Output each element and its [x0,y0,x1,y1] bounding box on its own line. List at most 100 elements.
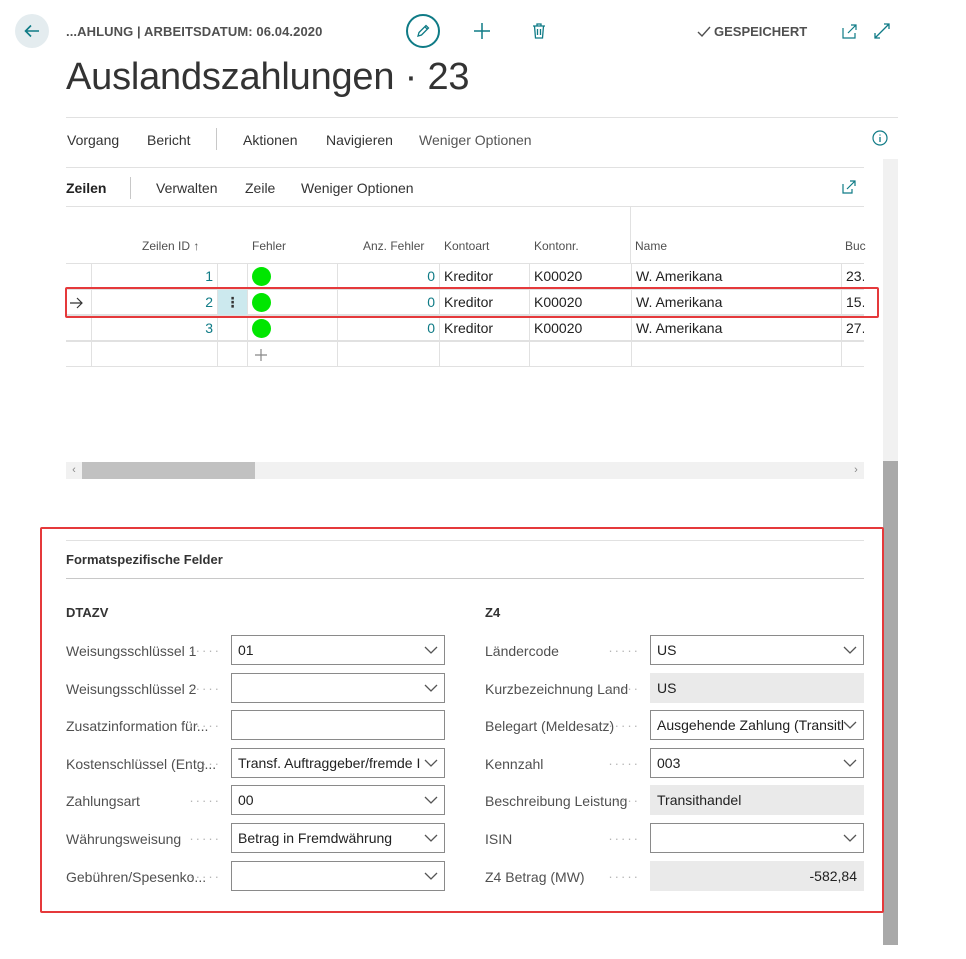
cell-kontonr[interactable] [529,342,631,367]
field-dropdown[interactable]: Transf. Auftraggeber/fremde I [231,747,445,778]
field-row: Weisungsschlüssel 1 ····· 01 [66,635,445,665]
field-input: -582,84 [650,860,864,891]
table-row[interactable]: 3 0 Kreditor K00020 W. Amerikana 27.0 [66,315,864,341]
row-selector[interactable] [66,290,91,315]
cell-buchungsbetrag[interactable]: 15.0 [841,290,864,315]
field-label[interactable]: Kennzahl [485,756,543,772]
field-dropdown[interactable]: 003 [650,747,864,778]
lines-action-bar: Zeilen Verwalten Zeile Weniger Optionen [66,167,864,207]
cell-zeilen-id[interactable]: 3 [91,316,217,341]
info-icon[interactable] [872,130,888,146]
cell-buchungsbetrag[interactable]: 27.0 [841,316,864,341]
cell-zeilen-id[interactable] [91,342,217,367]
action-bar: Vorgang Bericht Aktionen Navigieren Weni… [66,117,898,157]
field-dropdown[interactable] [231,672,445,703]
cell-zeilen-id[interactable]: 2 [91,290,217,315]
edit-button[interactable] [406,14,440,48]
menu-aktionen[interactable]: Aktionen [243,132,297,148]
row-menu-cell[interactable] [217,342,247,367]
column-header-kontoart[interactable]: Kontoart [444,239,489,253]
field-label[interactable]: Zahlungsart [66,793,140,809]
field-label[interactable]: ISIN [485,831,512,847]
column-header-kontonr[interactable]: Kontonr. [534,239,579,253]
field-label[interactable]: Z4 Betrag (MW) [485,869,585,885]
field-value: 00 [238,792,254,809]
field-dropdown[interactable]: 01 [231,635,445,665]
chevron-down-icon [424,646,438,654]
cell-anz-fehler[interactable]: 0 [337,316,439,341]
cell-kontoart[interactable]: Kreditor [439,264,529,289]
lines-menu-fewer-options[interactable]: Weniger Optionen [301,180,414,196]
cell-kontoart[interactable]: Kreditor [439,316,529,341]
field-dropdown[interactable] [231,860,445,891]
add-line-button[interactable] [247,342,337,367]
cell-buchungsbetrag[interactable]: 23.0 [841,264,864,289]
field-dropdown[interactable]: Betrag in Fremdwährung [231,823,445,853]
chevron-down-icon [424,834,438,842]
lines-menu-zeile[interactable]: Zeile [245,180,275,196]
cell-anz-fehler[interactable] [337,342,439,367]
scroll-right-icon[interactable]: › [848,462,864,479]
menu-navigieren[interactable]: Navigieren [326,132,393,148]
vertical-scrollbar-thumb[interactable] [883,461,898,945]
lines-title[interactable]: Zeilen [66,180,106,196]
delete-button[interactable] [529,21,549,41]
expand-button[interactable] [872,21,892,41]
cell-name[interactable]: W. Amerikana [631,316,841,341]
cell-kontonr[interactable]: K00020 [529,316,631,341]
cell-kontoart[interactable] [439,342,529,367]
format-fields-title[interactable]: Formatspezifische Felder [66,552,223,567]
menu-fewer-options[interactable]: Weniger Optionen [419,132,532,148]
row-selector[interactable] [66,264,91,289]
cell-kontonr[interactable]: K00020 [529,290,631,315]
field-label[interactable]: Ländercode [485,643,559,659]
label-leader: ····· [608,868,640,884]
label-leader: ····· [608,643,640,658]
column-header-zeilen-id[interactable]: Zeilen ID ↑ [142,239,199,253]
more-vertical-icon: ⋮ [225,294,240,310]
table-row[interactable]: 1 0 Kreditor K00020 W. Amerikana 23.0 [66,263,864,289]
row-menu-cell[interactable] [217,316,247,341]
field-dropdown[interactable]: Ausgehende Zahlung (Transitl [650,710,864,741]
open-in-page-icon[interactable] [842,180,856,194]
field-dropdown[interactable]: 00 [231,785,445,816]
divider [130,177,131,199]
new-button[interactable] [472,21,492,41]
field-dropdown[interactable]: US [650,635,864,665]
field-dropdown[interactable] [650,823,864,853]
table-row-selected[interactable]: 2 ⋮ 0 Kreditor K00020 W. Amerikana 15.0 [66,289,864,315]
cell-fehler [247,264,337,289]
open-new-window-button[interactable] [840,21,860,41]
cell-anz-fehler[interactable]: 0 [337,264,439,289]
cell-name[interactable]: W. Amerikana [631,290,841,315]
cell-anz-fehler[interactable]: 0 [337,290,439,315]
column-header-anz-fehler[interactable]: Anz. Fehler [363,239,424,253]
scroll-left-icon[interactable]: ‹ [66,462,82,479]
column-header-fehler[interactable]: Fehler [252,239,286,253]
field-label[interactable]: Währungsweisung [66,831,181,847]
column-header-buchungsbetrag[interactable]: Buc [845,239,866,253]
row-menu-cell[interactable] [217,264,247,289]
cell-buchungsbetrag[interactable] [841,342,864,367]
horizontal-scrollbar[interactable]: ‹ › [66,462,864,479]
back-button[interactable] [15,14,49,48]
cell-zeilen-id[interactable]: 1 [91,264,217,289]
menu-bericht[interactable]: Bericht [147,132,191,148]
field-value: Transf. Auftraggeber/fremde I [238,754,421,771]
cell-kontoart[interactable]: Kreditor [439,290,529,315]
row-selector[interactable] [66,316,91,341]
cell-kontonr[interactable]: K00020 [529,264,631,289]
cell-name[interactable] [631,342,841,367]
field-input[interactable] [231,710,445,741]
menu-vorgang[interactable]: Vorgang [67,132,119,148]
row-selector[interactable] [66,342,91,367]
table-row-new[interactable] [66,341,864,367]
column-header-name[interactable]: Name [635,239,667,253]
vertical-scrollbar[interactable] [883,159,898,945]
status-ok-icon [252,319,271,338]
column-divider [630,207,631,263]
horizontal-scrollbar-thumb[interactable] [82,462,255,479]
cell-name[interactable]: W. Amerikana [631,264,841,289]
lines-menu-verwalten[interactable]: Verwalten [156,180,217,196]
row-menu-button[interactable]: ⋮ [217,290,247,315]
